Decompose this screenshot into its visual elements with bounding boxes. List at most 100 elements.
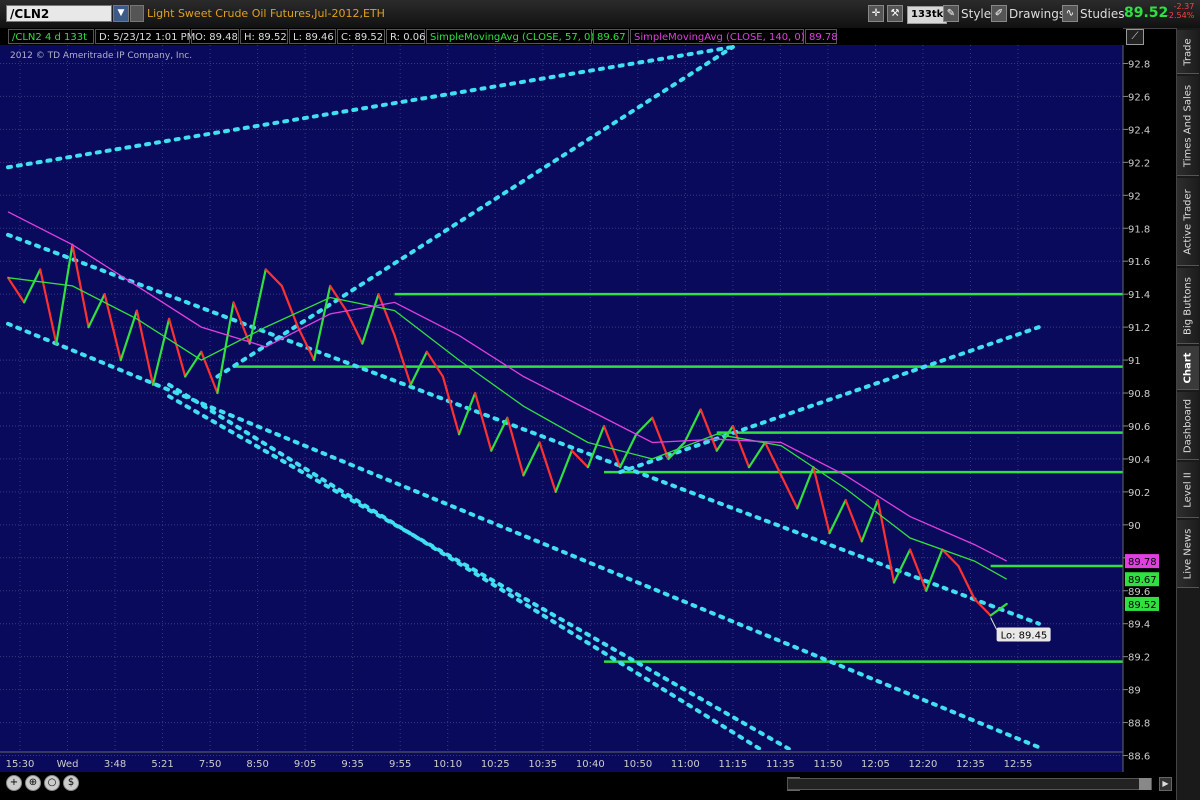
y-tick-label: 91.8 xyxy=(1128,224,1150,235)
y-tick-label: 91 xyxy=(1128,356,1141,367)
side-tab-label: Times And Sales xyxy=(1182,84,1194,167)
studies-icon[interactable]: ∿ xyxy=(1062,5,1078,22)
bar-close: C: 89.52 xyxy=(337,29,385,44)
y-tick-label: 91.2 xyxy=(1128,323,1150,334)
scroll-right-icon[interactable]: ▶ xyxy=(1159,777,1172,791)
bar-high: H: 89.52 xyxy=(240,29,288,44)
drawings-icon[interactable]: ✐ xyxy=(991,5,1007,22)
scrollbar-thumb[interactable] xyxy=(1139,778,1151,790)
last-price: 89.52 xyxy=(1124,5,1169,21)
chart-settings-icon[interactable]: ⟋ xyxy=(1126,29,1144,45)
style-icon[interactable]: ✎ xyxy=(943,5,959,22)
side-tab-times-and-sales[interactable]: Times And Sales xyxy=(1177,76,1199,176)
aggregation-badge[interactable]: 133tk xyxy=(907,6,948,24)
y-tick-label: 90.2 xyxy=(1128,488,1150,499)
price-tag-value: 89.52 xyxy=(1128,600,1157,611)
y-tick-label: 89 xyxy=(1128,686,1141,697)
net-change-value: -2.37 xyxy=(1173,2,1195,11)
percent-change-value: -2.54% xyxy=(1166,11,1195,20)
side-tab-label: Trade xyxy=(1182,37,1194,66)
y-tick-label: 91.6 xyxy=(1128,257,1150,268)
bar-open: O: 89.48 xyxy=(191,29,239,44)
x-tick-label: 9:35 xyxy=(341,759,363,770)
x-tick-label: 8:50 xyxy=(246,759,268,770)
side-tab-trade[interactable]: Trade xyxy=(1177,30,1199,74)
wrench-icon[interactable]: ⚒ xyxy=(887,5,903,22)
low-label-text: Lo: 89.45 xyxy=(1001,630,1048,641)
chevron-down-icon[interactable]: ▼ xyxy=(113,5,129,22)
side-tab-active-trader[interactable]: Active Trader xyxy=(1177,178,1199,266)
x-tick-label: 10:10 xyxy=(433,759,462,770)
sma140-value: 89.78 xyxy=(805,29,838,44)
zoom-reset-icon[interactable]: ⊕ xyxy=(25,775,41,791)
x-tick-label: 12:05 xyxy=(861,759,890,770)
price-chart[interactable]: 92.8 92.6 92.4 92.2 92 91.8 91.6 91.4 91.2 91 90.8… xyxy=(0,45,1176,772)
y-tick-label: 90.6 xyxy=(1128,422,1150,433)
side-tab-live-news[interactable]: Live News xyxy=(1177,520,1199,588)
x-tick-label: 7:50 xyxy=(199,759,221,770)
zoom-in-icon[interactable]: + xyxy=(6,775,22,791)
magnifier-icon[interactable]: ○ xyxy=(44,775,60,791)
x-tick-label: 15:30 xyxy=(6,759,35,770)
x-tick-label: 12:55 xyxy=(1004,759,1033,770)
side-tab-label: Big Buttons xyxy=(1182,276,1194,335)
side-tab-chart[interactable]: Chart xyxy=(1177,346,1199,390)
y-tick-label: 88.8 xyxy=(1128,719,1150,730)
side-tab-dashboard[interactable]: Dashboard xyxy=(1177,392,1199,460)
y-tick-label: 90.8 xyxy=(1128,389,1150,400)
instrument-description: Light Sweet Crude Oil Futures,Jul-2012,E… xyxy=(147,7,385,20)
side-tab-label: Dashboard xyxy=(1182,398,1194,453)
plot-background xyxy=(0,45,1123,772)
x-tick-label: 5:21 xyxy=(151,759,173,770)
y-tick-label: 89.6 xyxy=(1128,587,1150,598)
price-tag-value: 89.67 xyxy=(1128,575,1157,586)
side-tab-label: Level II xyxy=(1182,471,1194,508)
y-tick-label: 92 xyxy=(1128,191,1141,202)
side-tab-label: Live News xyxy=(1182,528,1194,579)
chart-period: /CLN2 4 d 133t xyxy=(8,29,94,44)
side-tab-level-ii[interactable]: Level II xyxy=(1177,462,1199,518)
x-tick-label: 10:35 xyxy=(528,759,557,770)
x-tick-label: 10:50 xyxy=(623,759,652,770)
x-tick-label: 11:35 xyxy=(766,759,795,770)
side-tab-label: Active Trader xyxy=(1182,188,1194,255)
sma57-value: 89.67 xyxy=(593,29,629,44)
x-tick-label: 9:55 xyxy=(389,759,411,770)
side-tab-label: Chart xyxy=(1182,352,1194,383)
x-tick-label: 9:05 xyxy=(294,759,316,770)
x-tick-label: 11:50 xyxy=(813,759,842,770)
y-tick-label: 90.4 xyxy=(1128,455,1150,466)
sma140-label[interactable]: SimpleMovingAvg (CLOSE, 140, 0) xyxy=(630,29,805,44)
y-tick-label: 88.6 xyxy=(1128,752,1150,763)
symbol-input[interactable]: /CLN2 xyxy=(6,5,112,22)
link-icon[interactable] xyxy=(130,5,144,22)
price-tag-value: 89.78 xyxy=(1128,557,1157,568)
side-tab-big-buttons[interactable]: Big Buttons xyxy=(1177,268,1199,344)
x-tick-label: Wed xyxy=(57,759,79,770)
x-tick-label: 10:40 xyxy=(576,759,605,770)
bar-date: D: 5/23/12 1:01 PM xyxy=(95,29,195,44)
dollar-icon[interactable]: $ xyxy=(63,775,79,791)
x-tick-label: 12:20 xyxy=(909,759,938,770)
y-tick-label: 89.4 xyxy=(1128,620,1150,631)
crosshair-icon[interactable]: ✛ xyxy=(868,5,884,22)
bar-low: L: 89.46 xyxy=(289,29,336,44)
x-tick-label: 11:00 xyxy=(671,759,700,770)
x-tick-label: 11:15 xyxy=(718,759,747,770)
y-tick-label: 92.8 xyxy=(1128,59,1150,70)
y-tick-label: 92.6 xyxy=(1128,92,1150,103)
drawings-button[interactable]: Drawings xyxy=(1009,5,1065,23)
x-tick-label: 3:48 xyxy=(104,759,126,770)
y-tick-label: 92.2 xyxy=(1128,158,1150,169)
sma57-label[interactable]: SimpleMovingAvg (CLOSE, 57, 0) xyxy=(426,29,594,44)
copyright-notice: 2012 © TD Ameritrade IP Company, Inc. xyxy=(10,51,193,61)
y-tick-label: 89.2 xyxy=(1128,653,1150,664)
y-tick-label: 92.4 xyxy=(1128,125,1150,136)
x-tick-label: 10:25 xyxy=(481,759,510,770)
horizontal-scrollbar[interactable] xyxy=(787,778,1152,790)
y-tick-label: 91.4 xyxy=(1128,290,1150,301)
x-tick-label: 12:35 xyxy=(956,759,985,770)
bar-range: R: 0.06 xyxy=(386,29,425,44)
studies-button[interactable]: Studies xyxy=(1080,5,1125,23)
style-button[interactable]: Style xyxy=(961,5,991,23)
